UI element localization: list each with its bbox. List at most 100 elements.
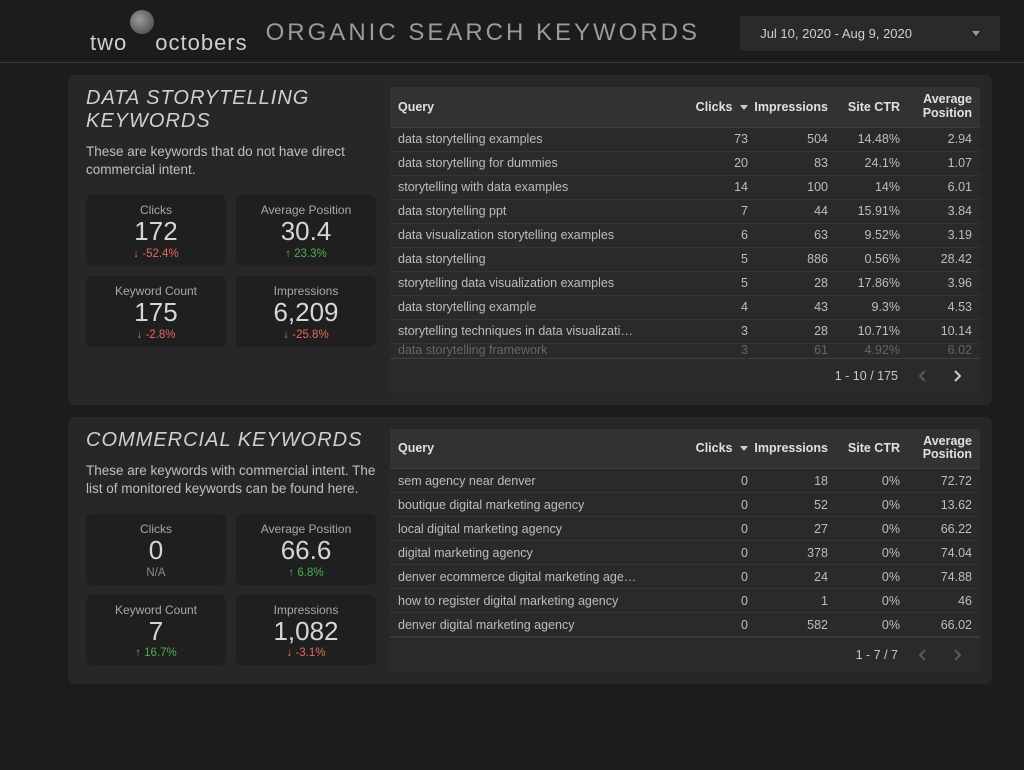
table-row[interactable]: data visualization storytelling examples… bbox=[390, 224, 980, 248]
metric-delta: ↓ -2.8% bbox=[96, 329, 216, 341]
table-row[interactable]: how to register digital marketing agency… bbox=[390, 589, 980, 613]
col-header-clicks[interactable]: Clicks bbox=[668, 100, 748, 114]
cell-clicks: 14 bbox=[668, 180, 748, 194]
table-footer: 1 - 7 / 7 bbox=[390, 637, 980, 672]
cell-ctr: 17.86% bbox=[828, 276, 900, 290]
cell-query: data storytelling for dummies bbox=[398, 156, 668, 170]
table-row[interactable]: digital marketing agency03780%74.04 bbox=[390, 541, 980, 565]
metric-delta: ↑ 23.3% bbox=[246, 248, 366, 260]
cell-clicks: 4 bbox=[668, 300, 748, 314]
metric-value: 6,209 bbox=[246, 298, 366, 327]
table-row[interactable]: data storytelling ppt74415.91%3.84 bbox=[390, 200, 980, 224]
table-row[interactable]: storytelling techniques in data visualiz… bbox=[390, 320, 980, 344]
pager-next-button[interactable] bbox=[948, 646, 966, 664]
pager-next-button[interactable] bbox=[948, 367, 966, 385]
cell-query: data storytelling framework bbox=[398, 344, 668, 358]
metric-value: 30.4 bbox=[246, 217, 366, 246]
cell-impressions: 504 bbox=[748, 132, 828, 146]
metric-value: 0 bbox=[96, 536, 216, 565]
table-row[interactable]: data storytelling58860.56%28.42 bbox=[390, 248, 980, 272]
cell-avg: 3.84 bbox=[900, 204, 972, 218]
brand-word-right: octobers bbox=[155, 30, 247, 56]
table-row[interactable]: local digital marketing agency0270%66.22 bbox=[390, 517, 980, 541]
col-header-impressions[interactable]: Impressions bbox=[748, 441, 828, 455]
cell-ctr: 0% bbox=[828, 522, 900, 536]
metric-label: Clicks bbox=[96, 522, 216, 536]
metric-card: Keyword Count7↑ 16.7% bbox=[86, 595, 226, 666]
cell-ctr: 0% bbox=[828, 570, 900, 584]
cell-query: how to register digital marketing agency bbox=[398, 594, 668, 608]
col-header-clicks[interactable]: Clicks bbox=[668, 441, 748, 455]
col-header-avg[interactable]: Average Position bbox=[900, 93, 972, 121]
table-row[interactable]: boutique digital marketing agency0520%13… bbox=[390, 493, 980, 517]
cell-ctr: 0.56% bbox=[828, 252, 900, 266]
cell-clicks: 0 bbox=[668, 522, 748, 536]
metric-label: Impressions bbox=[246, 603, 366, 617]
metric-grid: Clicks0N/AAverage Position66.6↑ 6.8%Keyw… bbox=[86, 514, 376, 665]
metric-label: Clicks bbox=[96, 203, 216, 217]
metric-card: Keyword Count175↓ -2.8% bbox=[86, 276, 226, 347]
cell-clicks: 0 bbox=[668, 546, 748, 560]
date-range-picker[interactable]: Jul 10, 2020 - Aug 9, 2020 bbox=[740, 16, 1000, 51]
metric-label: Keyword Count bbox=[96, 603, 216, 617]
cell-clicks: 0 bbox=[668, 474, 748, 488]
table-row[interactable]: storytelling with data examples1410014%6… bbox=[390, 176, 980, 200]
pager-prev-button[interactable] bbox=[914, 646, 932, 664]
cell-query: data visualization storytelling examples bbox=[398, 228, 668, 242]
cell-avg: 3.96 bbox=[900, 276, 972, 290]
cell-ctr: 9.52% bbox=[828, 228, 900, 242]
metric-value: 66.6 bbox=[246, 536, 366, 565]
col-header-ctr[interactable]: Site CTR bbox=[828, 441, 900, 455]
metric-delta: N/A bbox=[96, 567, 216, 579]
keyword-table: Query Clicks Impressions Site CTR Averag… bbox=[390, 429, 980, 673]
table-row[interactable]: data storytelling examples7350414.48%2.9… bbox=[390, 128, 980, 152]
cell-ctr: 14% bbox=[828, 180, 900, 194]
cell-query: storytelling techniques in data visualiz… bbox=[398, 324, 668, 338]
cell-impressions: 61 bbox=[748, 344, 828, 358]
metric-value: 7 bbox=[96, 617, 216, 646]
cell-impressions: 18 bbox=[748, 474, 828, 488]
metric-delta: ↓ -3.1% bbox=[246, 647, 366, 659]
cell-avg: 1.07 bbox=[900, 156, 972, 170]
section-description: These are keywords with commercial inten… bbox=[86, 462, 376, 498]
cell-impressions: 27 bbox=[748, 522, 828, 536]
col-header-query[interactable]: Query bbox=[398, 100, 668, 114]
cell-impressions: 28 bbox=[748, 276, 828, 290]
table-row[interactable]: sem agency near denver0180%72.72 bbox=[390, 469, 980, 493]
metric-card: Impressions6,209↓ -25.8% bbox=[236, 276, 376, 347]
cell-impressions: 100 bbox=[748, 180, 828, 194]
pagination-text: 1 - 10 / 175 bbox=[835, 369, 898, 383]
cell-impressions: 24 bbox=[748, 570, 828, 584]
table-row[interactable]: data storytelling example4439.3%4.53 bbox=[390, 296, 980, 320]
cell-impressions: 378 bbox=[748, 546, 828, 560]
col-header-query[interactable]: Query bbox=[398, 441, 668, 455]
table-row[interactable]: data storytelling framework3614.92%6.02 bbox=[390, 344, 980, 358]
cell-impressions: 886 bbox=[748, 252, 828, 266]
cell-impressions: 83 bbox=[748, 156, 828, 170]
cell-query: data storytelling example bbox=[398, 300, 668, 314]
cell-avg: 74.88 bbox=[900, 570, 972, 584]
brand-orb-icon bbox=[130, 10, 154, 34]
table-row[interactable]: denver digital marketing agency05820%66.… bbox=[390, 613, 980, 637]
cell-avg: 66.02 bbox=[900, 618, 972, 632]
section-data-storytelling: DATA STORYTELLING KEYWORDS These are key… bbox=[68, 75, 992, 405]
table-body: data storytelling examples7350414.48%2.9… bbox=[390, 128, 980, 358]
cell-query: storytelling data visualization examples bbox=[398, 276, 668, 290]
table-row[interactable]: data storytelling for dummies208324.1%1.… bbox=[390, 152, 980, 176]
table-row[interactable]: storytelling data visualization examples… bbox=[390, 272, 980, 296]
col-header-ctr[interactable]: Site CTR bbox=[828, 100, 900, 114]
metric-label: Keyword Count bbox=[96, 284, 216, 298]
cell-clicks: 3 bbox=[668, 324, 748, 338]
cell-ctr: 14.48% bbox=[828, 132, 900, 146]
col-header-avg[interactable]: Average Position bbox=[900, 435, 972, 463]
col-header-impressions[interactable]: Impressions bbox=[748, 100, 828, 114]
cell-ctr: 9.3% bbox=[828, 300, 900, 314]
table-footer: 1 - 10 / 175 bbox=[390, 358, 980, 393]
metric-card: Average Position66.6↑ 6.8% bbox=[236, 514, 376, 585]
cell-clicks: 0 bbox=[668, 570, 748, 584]
pager-prev-button[interactable] bbox=[914, 367, 932, 385]
cell-ctr: 0% bbox=[828, 474, 900, 488]
cell-ctr: 24.1% bbox=[828, 156, 900, 170]
section-title: DATA STORYTELLING KEYWORDS bbox=[86, 87, 376, 133]
table-row[interactable]: denver ecommerce digital marketing age…0… bbox=[390, 565, 980, 589]
